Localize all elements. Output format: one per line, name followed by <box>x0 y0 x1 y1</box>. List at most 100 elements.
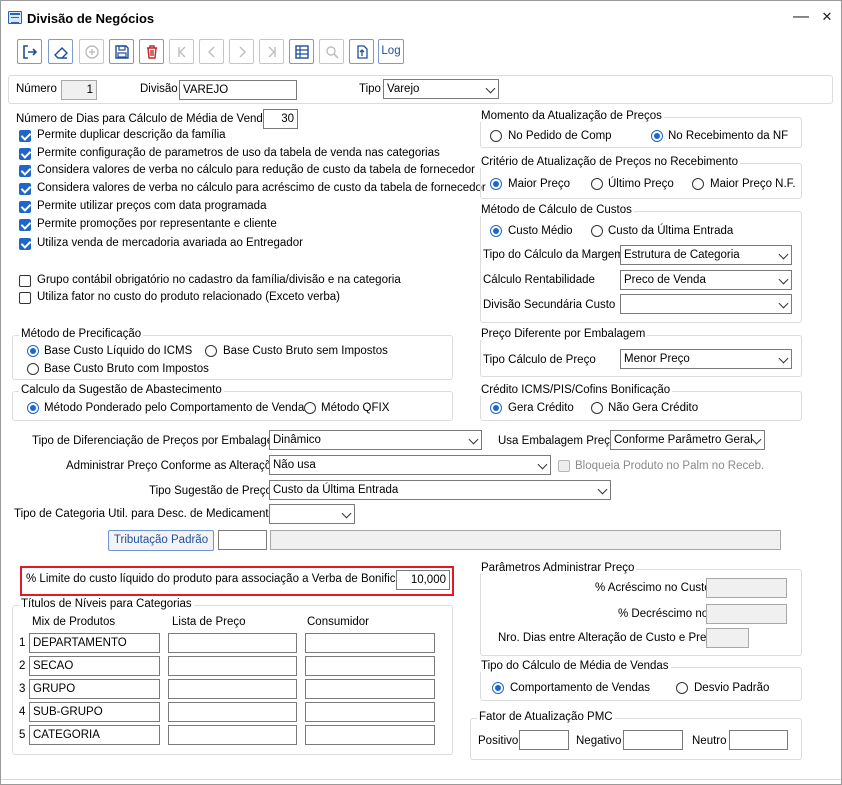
lista-preco-field[interactable] <box>168 656 297 676</box>
next-record-button[interactable] <box>229 39 254 64</box>
mix-field[interactable]: CATEGORIA <box>29 725 160 745</box>
admin-select[interactable]: Não usa <box>269 455 551 475</box>
radio-ultimo-preco-label: Último Preço <box>608 178 674 190</box>
chevron-down-icon <box>485 83 496 94</box>
radio-gera-credito[interactable] <box>490 402 502 414</box>
radio-base-custo-liquido-label: Base Custo Líquido do ICMS <box>44 345 193 357</box>
tipo-calc-preco-value: Menor Preço <box>624 353 690 365</box>
divsec-select[interactable] <box>620 294 792 314</box>
option-checkbox[interactable] <box>19 130 31 142</box>
option-checkbox[interactable] <box>19 219 31 231</box>
lista-preco-field[interactable] <box>168 633 297 653</box>
margem-select[interactable]: Estrutura de Categoria <box>620 245 792 265</box>
tipo-dif-select[interactable]: Dinâmico <box>269 430 482 450</box>
search-button[interactable] <box>319 39 344 64</box>
consumidor-field[interactable] <box>305 679 435 699</box>
decresc-field[interactable] <box>706 604 787 624</box>
neutro-field[interactable] <box>729 730 788 750</box>
plus-circle-icon <box>84 45 99 59</box>
consumidor-field[interactable] <box>305 725 435 745</box>
chevron-left-icon <box>207 46 214 58</box>
option-checkbox[interactable] <box>19 148 31 160</box>
dias-field[interactable] <box>706 628 749 648</box>
consumidor-field[interactable] <box>305 656 435 676</box>
radio-recebimento-nf[interactable] <box>651 130 663 142</box>
mix-field[interactable]: SUB-GRUPO <box>29 702 160 722</box>
tributacao-desc-field[interactable] <box>270 530 781 550</box>
usa-emb-select[interactable]: Conforme Parâmetro Geral <box>610 430 765 450</box>
bloqueia-label: Bloqueia Produto no Palm no Receb. <box>575 460 765 472</box>
rentab-label: Cálculo Rentabilidade <box>483 274 595 286</box>
radio-pedido-compra[interactable] <box>490 130 502 142</box>
radio-base-custo-bruto-sem[interactable] <box>205 345 217 357</box>
option-checkbox[interactable] <box>19 201 31 213</box>
lista-preco-field[interactable] <box>168 679 297 699</box>
chevron-down-icon <box>597 484 608 495</box>
export-button[interactable] <box>349 39 374 64</box>
title-bar: Divisão de Negócios — ✕ <box>1 1 841 35</box>
radio-metodo-qfix-label: Método QFIX <box>321 402 390 414</box>
radio-custo-medio[interactable] <box>490 225 502 237</box>
radio-base-custo-bruto-com[interactable] <box>27 363 39 375</box>
num-dias-field[interactable]: 30 <box>263 109 298 129</box>
tipo-select[interactable]: Varejo <box>383 79 499 99</box>
save-button[interactable] <box>109 39 134 64</box>
consumidor-field[interactable] <box>305 633 435 653</box>
lista-preco-field[interactable] <box>168 702 297 722</box>
mix-field[interactable]: DEPARTAMENTO <box>29 633 160 653</box>
close-button[interactable]: ✕ <box>814 7 840 29</box>
radio-desvio-padrao-label: Desvio Padrão <box>694 682 770 694</box>
tipo-calc-preco-select[interactable]: Menor Preço <box>620 349 792 369</box>
radio-custo-ultima-entrada[interactable] <box>591 225 603 237</box>
add-button[interactable] <box>79 39 104 64</box>
radio-desvio-padrao[interactable] <box>676 682 688 694</box>
categoria-label: Tipo de Categoria Util. para Desc. de Me… <box>14 508 281 520</box>
log-button[interactable]: Log <box>378 39 404 64</box>
option-checkbox[interactable] <box>19 183 31 195</box>
tributacao-code-field[interactable] <box>218 530 267 550</box>
radio-comportamento-vendas[interactable] <box>492 682 504 694</box>
rentab-select[interactable]: Preco de Venda <box>620 270 792 290</box>
first-record-button[interactable] <box>169 39 194 64</box>
radio-custo-ultima-entrada-label: Custo da Última Entrada <box>608 225 734 237</box>
bloqueia-checkbox[interactable] <box>558 460 570 472</box>
divisao-field[interactable]: VAREJO <box>179 80 297 100</box>
mix-field[interactable]: GRUPO <box>29 679 160 699</box>
limite-field[interactable]: 10,000 <box>396 570 450 590</box>
row-number: 3 <box>19 683 26 695</box>
exit-button[interactable] <box>17 39 42 64</box>
lista-preco-field[interactable] <box>168 725 297 745</box>
tributacao-padrao-button[interactable]: Tributação Padrão <box>108 530 214 551</box>
radio-ultimo-preco[interactable] <box>591 178 603 190</box>
option-checkbox[interactable] <box>19 275 31 287</box>
option-checkbox[interactable] <box>19 238 31 250</box>
clear-button[interactable] <box>48 39 73 64</box>
admin-value: Não usa <box>273 459 316 471</box>
radio-maior-preco[interactable] <box>490 178 502 190</box>
acresc-field[interactable] <box>706 578 787 598</box>
minimize-button[interactable]: — <box>788 7 814 29</box>
numero-field[interactable]: 1 <box>61 80 97 100</box>
option-checkbox[interactable] <box>19 292 31 304</box>
sugestao-select[interactable]: Custo da Última Entrada <box>269 480 611 500</box>
radio-metodo-ponderado[interactable] <box>27 402 39 414</box>
radio-nao-gera-credito[interactable] <box>591 402 603 414</box>
positivo-field[interactable] <box>519 730 569 750</box>
radio-maior-preco-nf[interactable] <box>692 178 704 190</box>
consumidor-field[interactable] <box>305 702 435 722</box>
grid-button[interactable] <box>289 39 314 64</box>
titulos-title: Títulos de Níveis para Categorias <box>19 598 194 610</box>
last-record-button[interactable] <box>259 39 284 64</box>
credito-title: Crédito ICMS/PIS/Cofins Bonificação <box>479 384 673 396</box>
mix-field[interactable]: SECAO <box>29 656 160 676</box>
categoria-select[interactable] <box>269 504 355 524</box>
radio-metodo-qfix[interactable] <box>304 402 316 414</box>
radio-base-custo-liquido[interactable] <box>27 345 39 357</box>
negativo-field[interactable] <box>623 730 683 750</box>
option-checkbox[interactable] <box>19 165 31 177</box>
radio-comportamento-vendas-label: Comportamento de Vendas <box>510 682 651 694</box>
radio-custo-medio-label: Custo Médio <box>508 225 573 237</box>
delete-button[interactable] <box>139 39 164 64</box>
previous-record-button[interactable] <box>199 39 224 64</box>
radio-recebimento-nf-label: No Recebimento da NF <box>668 130 789 142</box>
